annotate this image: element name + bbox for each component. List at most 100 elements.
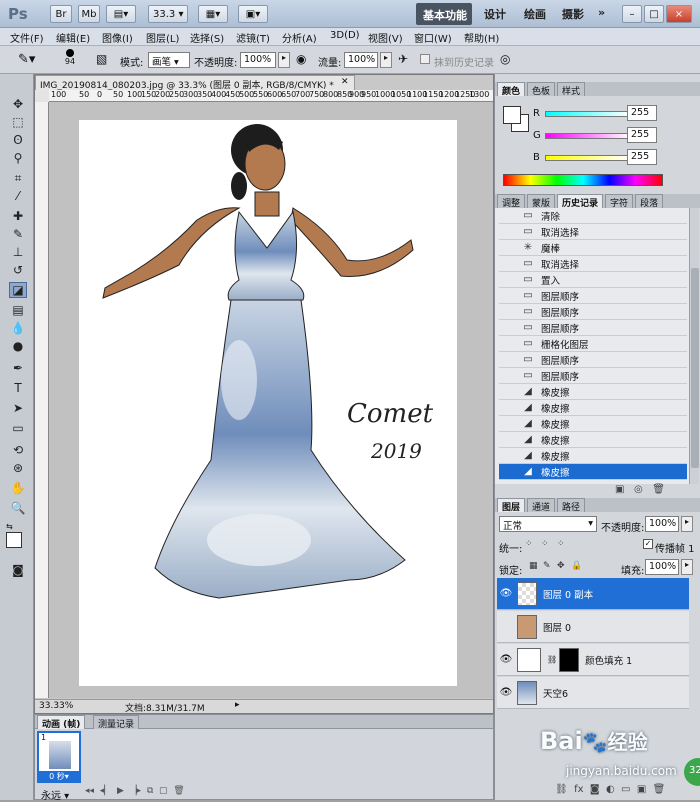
blue-value-field[interactable]: 255 (627, 149, 657, 165)
arrange-documents-icon[interactable]: ▦▾ (198, 5, 228, 23)
marquee-tool-icon[interactable]: ⬚ (9, 114, 27, 130)
brush-preset-picker[interactable]: 94 (58, 49, 82, 66)
status-zoom[interactable]: 33.33% (39, 701, 73, 711)
foreground-color-swatch[interactable] (6, 532, 22, 548)
view-extras-icon[interactable]: ▤▾ (106, 5, 136, 23)
tab-character[interactable]: 字符 (605, 194, 634, 209)
new-layer-icon[interactable]: ▣ (637, 784, 646, 795)
eyedropper-tool-icon[interactable]: ⁄ (9, 188, 27, 204)
history-item[interactable]: ◢ 橡皮擦 (499, 384, 687, 400)
next-frame-icon[interactable]: ▕▸ (130, 786, 141, 796)
history-item[interactable]: ▭ 置入 (499, 272, 687, 288)
menu-help[interactable]: 帮助(H) (464, 30, 499, 45)
zoom-tool-icon[interactable]: 🔍 (9, 500, 27, 516)
history-item[interactable]: ✳ 魔棒 (499, 240, 687, 256)
artwork-canvas[interactable]: Comet 2019 (79, 120, 457, 686)
close-button[interactable]: × (666, 5, 692, 23)
healing-brush-tool-icon[interactable]: ✚ (9, 208, 27, 224)
airbrush-icon[interactable]: ✈ (398, 52, 408, 66)
history-item-current[interactable]: ◢ 橡皮擦 (499, 464, 687, 480)
visibility-eye-icon[interactable]: 👁 (497, 687, 515, 698)
canvas-area[interactable]: Comet 2019 (49, 102, 493, 698)
ruler-origin[interactable] (35, 90, 49, 102)
prev-frame-icon[interactable]: ◂▏ (100, 786, 111, 796)
menu-file[interactable]: 文件(F) (10, 30, 44, 45)
lock-all-icon[interactable]: 🔒 (571, 561, 582, 571)
path-selection-tool-icon[interactable]: ➤ (9, 400, 27, 416)
screen-mode-icon[interactable]: ▣▾ (238, 5, 268, 23)
history-item[interactable]: ▭ 栅格化图层 (499, 336, 687, 352)
tab-paths[interactable]: 路径 (557, 498, 586, 513)
tab-adjustments[interactable]: 调整 (497, 194, 526, 209)
blend-mode-select[interactable]: 正常 ▾ (499, 516, 597, 532)
workspace-painting[interactable]: 绘画 (524, 6, 546, 22)
history-scrollbar-thumb[interactable] (691, 268, 699, 468)
menu-layer[interactable]: 图层(L) (146, 30, 179, 45)
layer-style-icon[interactable]: fx (574, 784, 583, 795)
history-scrollbar[interactable] (689, 208, 699, 484)
erase-to-history-checkbox[interactable] (420, 54, 430, 64)
status-menu-icon[interactable]: ▸ (235, 700, 240, 710)
layer-opacity-field[interactable]: 100% (645, 516, 679, 532)
link-icon[interactable]: ⛓ (547, 655, 557, 664)
tab-layers[interactable]: 图层 (497, 498, 526, 513)
history-item[interactable]: ▭ 取消选择 (499, 256, 687, 272)
move-tool-icon[interactable]: ✥ (9, 96, 27, 112)
layer-opacity-slider-toggle[interactable]: ▸ (681, 516, 693, 532)
tab-measurement-log[interactable]: 测量记录 (93, 715, 140, 730)
mode-select[interactable]: 画笔 ▾ (148, 52, 190, 68)
history-item[interactable]: ▭ 图层顺序 (499, 368, 687, 384)
zoom-level[interactable]: 33.3 ▾ (148, 5, 188, 23)
shape-tool-icon[interactable]: ▭ (9, 420, 27, 436)
blur-tool-icon[interactable]: 💧 (9, 320, 27, 336)
flow-slider-toggle[interactable]: ▸ (380, 52, 392, 68)
green-value-field[interactable]: 255 (627, 127, 657, 143)
menu-image[interactable]: 图像(I) (102, 30, 133, 45)
clone-stamp-tool-icon[interactable]: ⊥ (9, 244, 27, 260)
fill-field[interactable]: 100% (645, 559, 679, 575)
pen-tool-icon[interactable]: ✒ (9, 360, 27, 376)
visibility-eye-icon[interactable]: 👁 (497, 654, 515, 665)
lock-position-icon[interactable]: ✥ (557, 561, 565, 571)
lock-image-icon[interactable]: ✎ (543, 561, 551, 571)
brush-panel-toggle-icon[interactable]: ▧ (96, 52, 107, 66)
hand-tool-icon[interactable]: ✋ (9, 480, 27, 496)
workspace-more-icon[interactable]: » (598, 6, 605, 19)
history-brush-tool-icon[interactable]: ↺ (9, 262, 27, 278)
document-tab[interactable]: IMG_20190814_080203.jpg @ 33.3% (图层 0 副本… (35, 75, 355, 91)
eraser-tool-icon[interactable]: ◪ (9, 282, 27, 298)
menu-window[interactable]: 窗口(W) (414, 30, 452, 45)
restore-button[interactable]: □ (644, 5, 664, 23)
history-item[interactable]: ◢ 橡皮擦 (499, 432, 687, 448)
gradient-tool-icon[interactable]: ▤ (9, 302, 27, 318)
unify-visibility-icon[interactable]: ⁘ (541, 539, 549, 549)
3d-rotate-tool-icon[interactable]: ⟲ (9, 442, 27, 458)
layer-row[interactable]: 👁 ⛓ 颜色填充 1 (497, 644, 689, 676)
flow-field[interactable]: 100% (344, 52, 378, 68)
new-group-icon[interactable]: ▭ (621, 784, 630, 795)
lasso-tool-icon[interactable]: ʘ (9, 132, 27, 148)
tablet-pressure-size-icon[interactable]: ◎ (500, 52, 510, 66)
unify-position-icon[interactable]: ⁘ (525, 539, 533, 549)
adjustment-layer-icon[interactable]: ◐ (606, 784, 615, 795)
tab-color[interactable]: 颜色 (497, 82, 526, 97)
unify-style-icon[interactable]: ⁘ (557, 539, 565, 549)
layer-row[interactable]: 👁 天空6 (497, 677, 689, 709)
color-spectrum-bar[interactable] (503, 174, 663, 186)
propagate-frame-checkbox[interactable]: ✓ (643, 539, 653, 549)
quick-selection-tool-icon[interactable]: ⚲ (9, 150, 27, 166)
fill-slider-toggle[interactable]: ▸ (681, 559, 693, 575)
link-layers-icon[interactable]: ⛓ (555, 784, 568, 795)
delete-state-icon[interactable]: 🗑 (652, 484, 665, 495)
menu-view[interactable]: 视图(V) (368, 30, 403, 45)
layer-row[interactable]: 👁 图层 0 副本 (497, 578, 689, 610)
tab-animation[interactable]: 动画 (帧) (37, 715, 86, 730)
history-item[interactable]: ▭ 取消选择 (499, 224, 687, 240)
horizontal-ruler[interactable]: 100 50 0 50 100 150 200 250 300 350 400 … (49, 90, 493, 102)
eraser-tool-preset-icon[interactable]: ✎▾ (18, 52, 35, 67)
bridge-button[interactable]: Br (50, 5, 72, 23)
workspace-design[interactable]: 设计 (484, 6, 506, 22)
new-snapshot-icon[interactable]: ◎ (634, 484, 643, 495)
history-item[interactable]: ◢ 橡皮擦 (499, 448, 687, 464)
blue-slider[interactable] (545, 155, 631, 161)
